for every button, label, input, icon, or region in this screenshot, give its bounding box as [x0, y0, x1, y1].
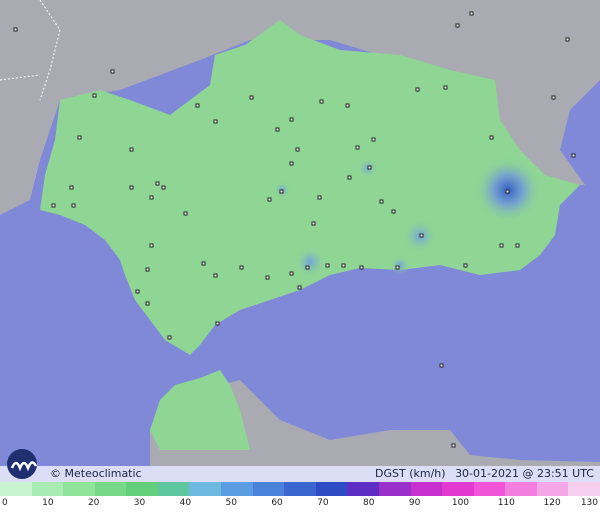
- scale-swatch: [568, 482, 600, 496]
- color-scale-bar: [0, 482, 600, 496]
- scale-swatch: [126, 482, 158, 496]
- scale-swatch: [315, 482, 348, 496]
- scale-tick-label: 20: [87, 498, 100, 508]
- scale-swatch: [410, 482, 443, 496]
- color-scale-ticks: 0 10 20 30 40 50 60 70 80 90 100 110 120 130: [0, 498, 600, 514]
- gust-hotspot: [390, 255, 410, 275]
- scale-tick-label: 80: [363, 498, 375, 508]
- scale-swatch: [157, 482, 190, 496]
- scale-swatch: [442, 482, 474, 496]
- scale-swatch: [505, 482, 537, 496]
- color-scale: 0 10 20 30 40 50 60 70 80 90 100 110 120 130: [0, 482, 600, 517]
- scale-tick-label: 130: [580, 498, 598, 508]
- credit-label: © Meteoclimatic: [50, 467, 142, 480]
- map-stamp: DGST (km/h) 30-01-2021 @ 23:51 UTC: [369, 467, 594, 481]
- scale-tick-label: 110: [497, 498, 515, 508]
- scale-swatch: [63, 482, 95, 496]
- scale-tick-label: 90: [408, 498, 421, 508]
- scale-swatch: [221, 482, 253, 496]
- meteoclimatic-logo: [7, 449, 38, 479]
- scale-tick-label: 120: [543, 498, 561, 508]
- datetime-label: 30-01-2021 @ 23:51 UTC: [455, 467, 594, 480]
- scale-tick-label: 100: [451, 498, 470, 508]
- scale-tick-label: 30: [133, 498, 146, 508]
- scale-tick-label: 70: [317, 498, 329, 508]
- scale-swatch: [473, 482, 506, 496]
- scale-tick-label: 40: [179, 498, 192, 508]
- scale-tick-label: 0: [2, 498, 8, 508]
- map-canvas: [0, 0, 600, 466]
- gust-map: [0, 0, 600, 517]
- scale-tick-label: 50: [225, 498, 237, 508]
- gust-hotspot: [294, 246, 326, 278]
- scale-swatch: [378, 482, 411, 496]
- scale-swatch: [252, 482, 285, 496]
- scale-swatch: [347, 482, 379, 496]
- variable-label: DGST (km/h): [375, 467, 446, 480]
- scale-tick-label: 60: [271, 498, 283, 508]
- scale-swatch: [94, 482, 127, 496]
- scale-swatch: [31, 482, 64, 496]
- scale-swatch: [189, 482, 222, 496]
- scale-swatch: [0, 482, 32, 496]
- scale-swatch: [284, 482, 316, 496]
- scale-swatch: [536, 482, 569, 496]
- scale-tick-label: 10: [42, 498, 54, 508]
